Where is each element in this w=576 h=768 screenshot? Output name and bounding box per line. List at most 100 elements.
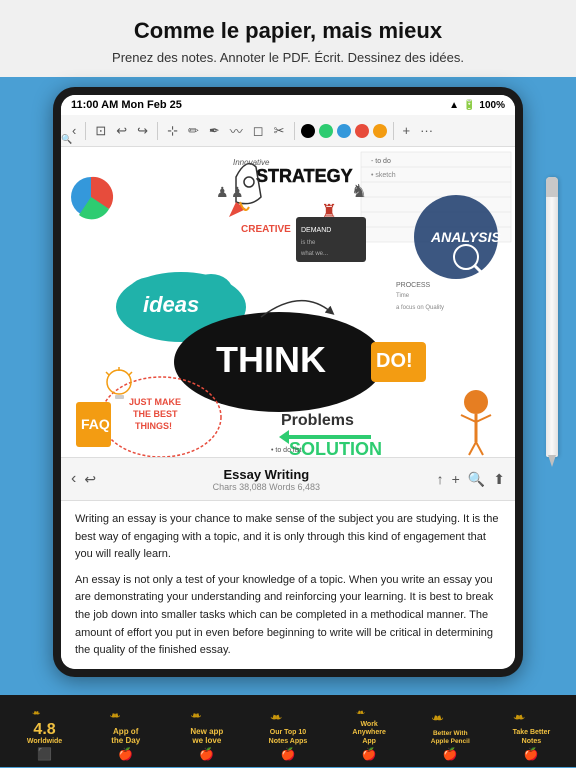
add-page-btn[interactable]: +	[452, 471, 460, 487]
badge-app-of-day: ❧ ❧ App ofthe Day 🍎	[87, 701, 165, 761]
badge-6-content: Better WithApple Pencil 🍎	[425, 730, 476, 761]
share-btn[interactable]: ↑	[437, 471, 444, 487]
battery-icon: 🔋	[463, 100, 475, 111]
svg-text:what we...: what we...	[300, 251, 328, 257]
add-btn[interactable]: +	[400, 122, 414, 139]
color-green[interactable]	[319, 124, 333, 138]
marker-btn[interactable]: 〰	[227, 120, 246, 141]
badge-2-icon: 🍎	[118, 747, 133, 761]
badge-laurel-7: ❧ ❧	[495, 701, 567, 729]
color-black[interactable]	[301, 124, 315, 138]
svg-text:❧: ❧	[270, 710, 281, 724]
badge-4-content: Our Top 10Notes Apps 🍎	[263, 729, 314, 761]
svg-text:DEMAND: DEMAND	[301, 227, 331, 234]
svg-text:PROCESS: PROCESS	[396, 282, 431, 289]
badge-7-icon: 🍎	[524, 747, 539, 761]
redo-btn[interactable]: ↪	[134, 122, 151, 140]
badge-4-icon: 🍎	[281, 747, 296, 761]
drawing-canvas[interactable]: - to do • sketch ideas STRATEGY ♜ ♞	[61, 147, 515, 457]
badge-1-icon: ⬛	[37, 747, 52, 761]
badge-apple-pencil: ❧ ❧ Better WithApple Pencil 🍎	[411, 701, 489, 761]
svg-text:ideas: ideas	[143, 292, 199, 317]
undo-btn[interactable]: ↩	[113, 122, 130, 140]
status-right: ▲ 🔋 100%	[449, 100, 505, 111]
doc-toolbar-left: ‹ ↩	[71, 470, 96, 488]
search-doc-btn[interactable]: 🔍	[468, 471, 485, 488]
pencil-btn[interactable]: ✒	[206, 122, 223, 140]
doc-paragraph-2: An essay is not only a test of your know…	[75, 572, 501, 660]
svg-text:❧: ❧	[431, 710, 442, 725]
badge-3-content: New appwe love 🍎	[184, 727, 229, 761]
wifi-icon: ▲	[449, 100, 459, 111]
canvas-svg: - to do • sketch ideas STRATEGY ♜ ♞	[61, 147, 515, 457]
badge-newapp-text: New appwe love	[190, 727, 223, 746]
svg-text:Time: Time	[396, 293, 410, 299]
pencil-top	[546, 177, 558, 197]
scissors-btn[interactable]: ✂	[271, 122, 288, 140]
pen-btn[interactable]: ✏	[185, 122, 202, 140]
battery-percent: 100%	[479, 100, 505, 111]
badge-take-notes: ❧ ❧ Take BetterNotes 🍎	[492, 701, 570, 761]
doc-back-btn[interactable]: ‹	[71, 470, 76, 488]
badge-top10-text: Our Top 10Notes Apps	[269, 729, 308, 746]
doc-meta: Chars 38,088 Words 6,483	[213, 482, 320, 492]
doc-title: Essay Writing	[213, 467, 320, 482]
doc-toolbar-right: ↑ + 🔍 ⬆	[437, 471, 505, 488]
svg-text:DO!: DO!	[376, 350, 413, 372]
svg-text:Innovative: Innovative	[233, 158, 270, 167]
svg-text:is the: is the	[301, 240, 316, 246]
badge-laurel-4: ❧ ❧	[252, 701, 324, 729]
color-blue[interactable]	[337, 124, 351, 138]
color-red[interactable]	[355, 124, 369, 138]
export-btn[interactable]: ⬆	[493, 471, 505, 488]
more-btn[interactable]: ···	[417, 122, 436, 139]
badge-rating-number: 4.8	[33, 722, 55, 738]
badges-bar: ❧ ❧ 4.8 Worldwide ⬛ ❧ ❧ App ofthe Day 🍎	[0, 695, 576, 767]
svg-text:THINK: THINK	[216, 339, 326, 380]
svg-text:❧: ❧	[190, 711, 200, 723]
badge-7-content: Take BetterNotes 🍎	[507, 729, 557, 761]
sub-title: Prenez des notes. Annoter le PDF. Écrit.…	[20, 50, 556, 65]
document-text: 🔍 Writing an essay is your chance to mak…	[61, 501, 515, 669]
svg-text:♟: ♟	[231, 184, 244, 200]
blue-background: 11:00 AM Mon Feb 25 ▲ 🔋 100% ‹ ⊡ ↩ ↪ ⊹ ✏…	[0, 77, 576, 767]
sep4	[393, 122, 394, 140]
svg-text:CREATIVE: CREATIVE	[241, 224, 291, 235]
badge-pencil-text: Better WithApple Pencil	[431, 730, 470, 746]
lasso-btn[interactable]: ⊡	[92, 122, 109, 140]
svg-text:- to do: - to do	[371, 158, 391, 165]
svg-text:❧: ❧	[356, 707, 363, 717]
svg-text:♞: ♞	[351, 181, 367, 201]
badge-5-content: WorkAnywhereApp 🍎	[346, 721, 391, 761]
main-title: Comme le papier, mais mieux	[20, 18, 556, 44]
select-btn[interactable]: ⊹	[164, 122, 181, 140]
doc-paragraph-3: If you read this handout carefully and t…	[75, 668, 501, 669]
svg-text:FAQ: FAQ	[81, 416, 110, 432]
svg-text:ANALYSIS: ANALYSIS	[430, 229, 501, 245]
drawing-toolbar: ‹ ⊡ ↩ ↪ ⊹ ✏ ✒ 〰 ◻ ✂ + ···	[61, 115, 515, 147]
doc-undo-btn[interactable]: ↩	[84, 471, 96, 488]
status-bar: 11:00 AM Mon Feb 25 ▲ 🔋 100%	[61, 95, 515, 115]
apple-pencil	[546, 177, 558, 457]
badge-2-content: App ofthe Day 🍎	[105, 727, 146, 761]
status-time: 11:00 AM Mon Feb 25	[71, 99, 182, 111]
svg-text:❧: ❧	[31, 708, 39, 718]
svg-text:THINGS!: THINGS!	[135, 421, 172, 431]
sep2	[157, 122, 158, 140]
badge-6-icon: 🍎	[443, 747, 458, 761]
badge-3-icon: 🍎	[199, 747, 214, 761]
ipad-device: 11:00 AM Mon Feb 25 ▲ 🔋 100% ‹ ⊡ ↩ ↪ ⊹ ✏…	[53, 87, 523, 677]
badge-5-icon: 🍎	[362, 747, 377, 761]
doc-toolbar: ‹ ↩ Essay Writing Chars 38,088 Words 6,4…	[61, 457, 515, 501]
eraser-btn[interactable]: ◻	[250, 122, 267, 140]
doc-toolbar-center: Essay Writing Chars 38,088 Words 6,483	[213, 467, 320, 492]
svg-text:♟: ♟	[216, 184, 229, 200]
svg-text:Problems: Problems	[281, 412, 354, 429]
svg-text:STRATEGY: STRATEGY	[256, 166, 353, 186]
svg-text:• sketch: • sketch	[371, 172, 396, 179]
badge-laurel-1: ❧ ❧	[9, 701, 81, 722]
sep3	[294, 122, 295, 140]
badge-laurel-5: ❧ ❧	[333, 701, 405, 721]
svg-text:• to do list: • to do list	[271, 447, 302, 454]
color-orange[interactable]	[373, 124, 387, 138]
